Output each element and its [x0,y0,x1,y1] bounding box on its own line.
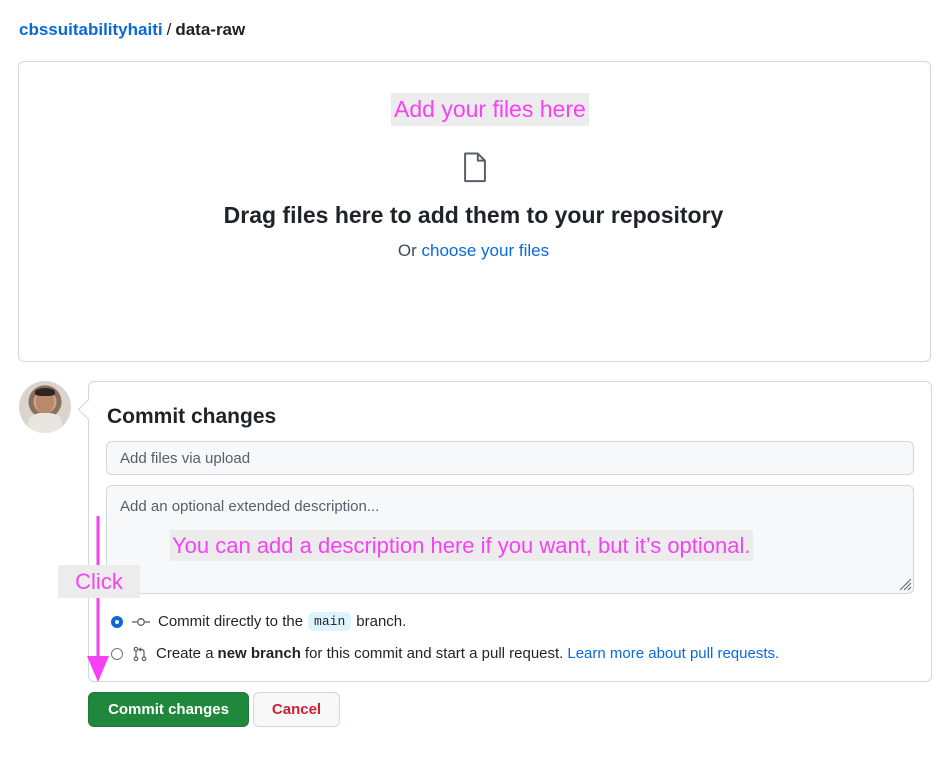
learn-more-pull-requests-link[interactable]: Learn more about pull requests. [567,645,779,662]
breadcrumb: cbssuitabilityhaiti / data-raw [19,20,245,40]
commit-title: Commit changes [107,405,277,428]
new-branch-option[interactable]: Create a new branch for this commit and … [111,645,779,662]
annotation-description: You can add a description here if you wa… [170,530,753,561]
file-icon [458,150,492,189]
repo-name-link[interactable]: data-raw [175,20,245,39]
commit-summary-input[interactable] [106,441,914,475]
git-commit-icon [132,616,150,628]
annotation-click: Click [58,565,140,598]
commit-changes-button[interactable]: Commit changes [88,692,249,727]
breadcrumb-separator: / [166,20,172,39]
new-branch-prefix: Create a [156,645,214,662]
avatar [19,381,71,433]
radio-commit-direct[interactable] [111,615,123,628]
or-text: Or [397,241,417,260]
drop-zone-title: Drag files here to add them to your repo… [223,202,724,228]
resize-handle-icon[interactable] [899,578,912,596]
new-branch-bold: new branch [217,645,301,662]
branch-name-badge: main [308,612,352,631]
cancel-button[interactable]: Cancel [253,692,340,727]
avatar-body [28,413,62,433]
annotation-arrow-icon [87,516,109,682]
choose-files-link[interactable]: choose your files [422,241,550,260]
commit-direct-option[interactable]: Commit directly to the main branch. [111,612,406,631]
avatar-hair [35,388,55,396]
commit-direct-prefix: Commit directly to the [158,613,304,630]
commit-direct-suffix: branch. [356,613,407,630]
git-pull-request-icon [132,646,148,662]
choose-files-line: Or choose your files [0,241,947,261]
new-branch-suffix: for this commit and start a pull request… [304,645,564,662]
annotation-add-files: Add your files here [391,93,589,126]
repo-owner-link[interactable]: cbssuitabilityhaiti [19,20,163,39]
radio-new-branch[interactable] [111,647,123,660]
